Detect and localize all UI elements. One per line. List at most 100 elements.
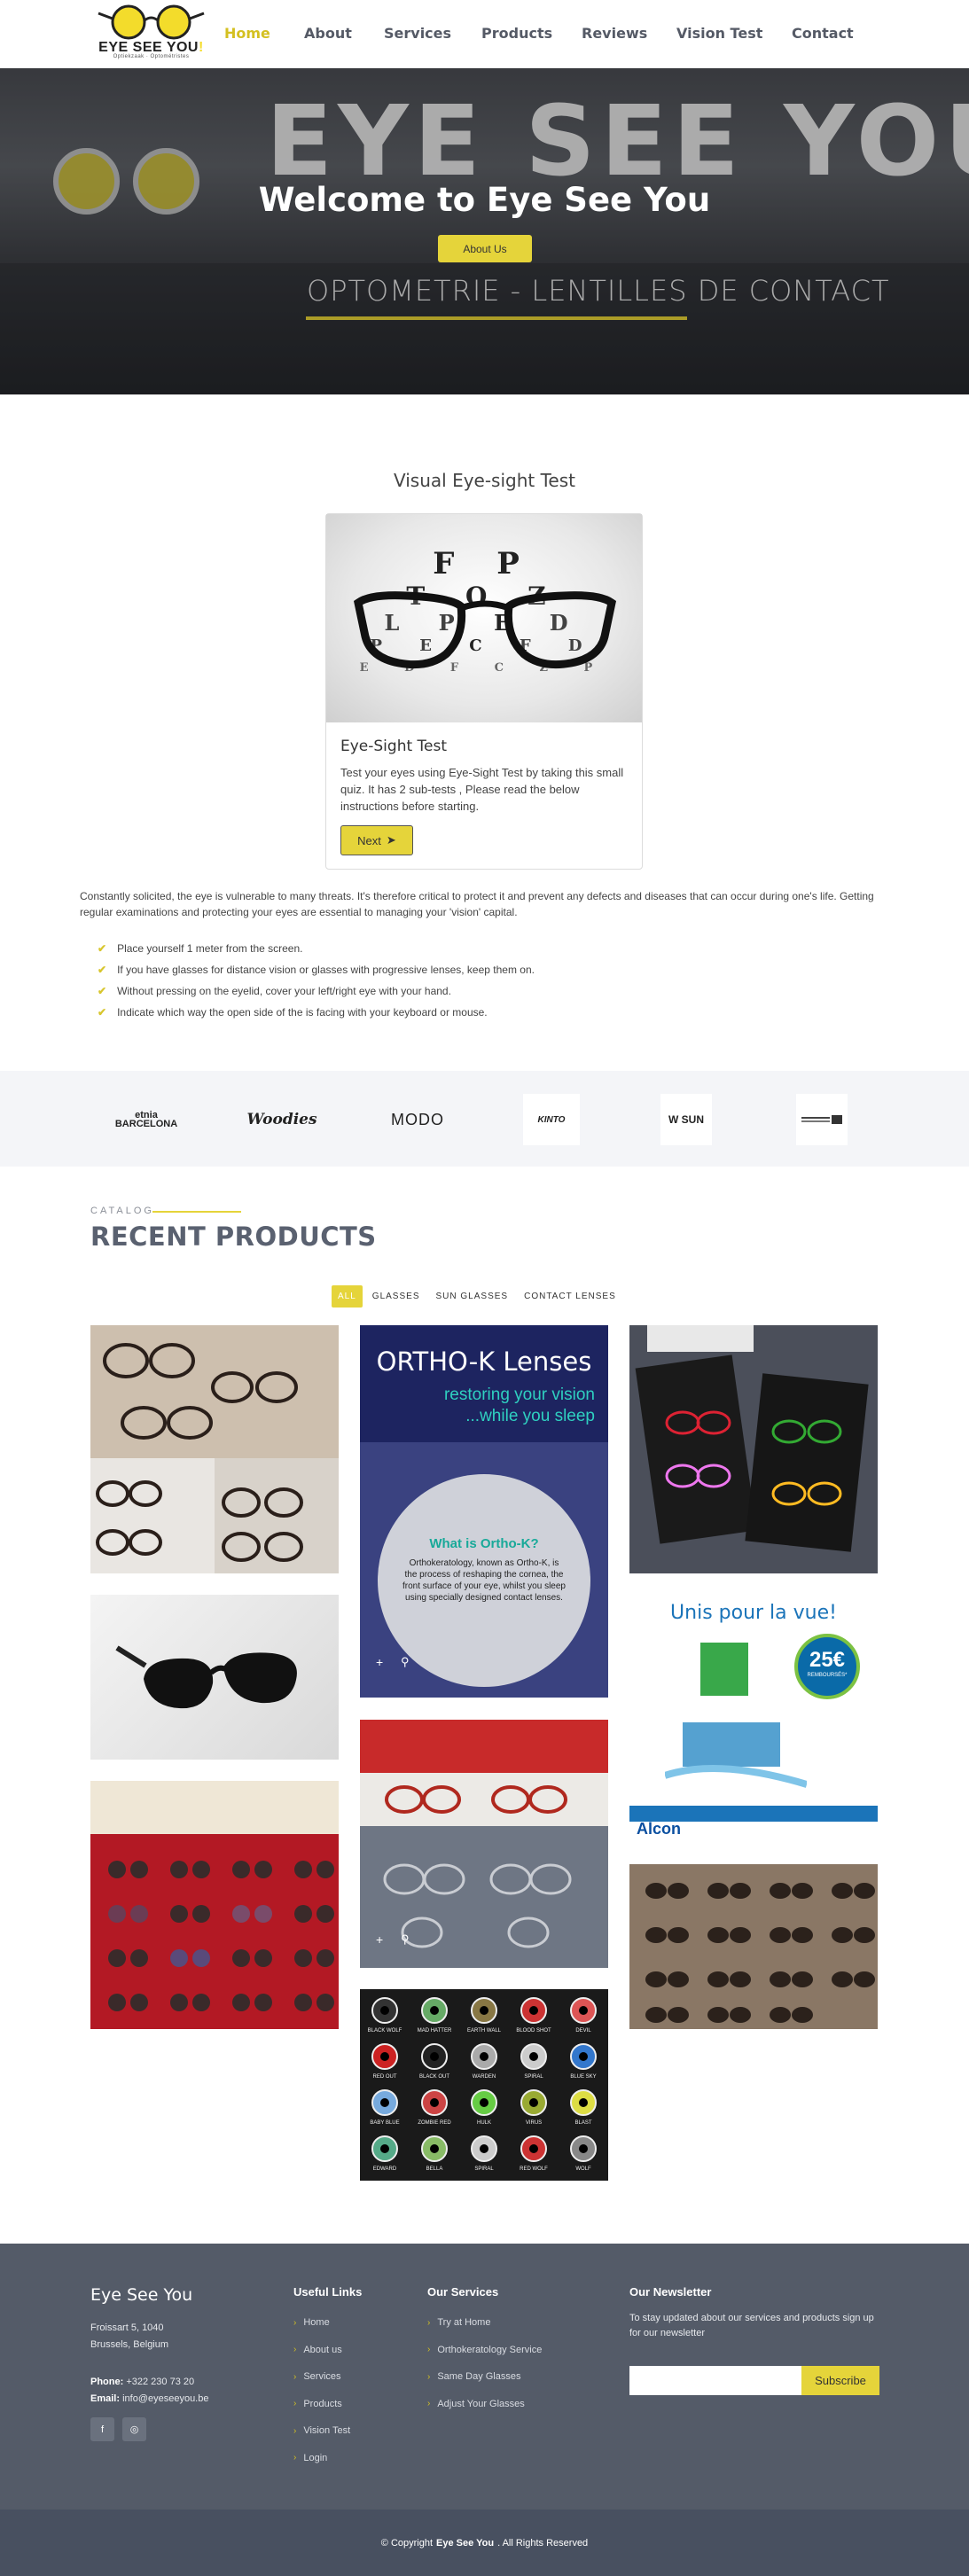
brand-logo-wsun[interactable]: W SUN (660, 1094, 712, 1145)
newsletter: Our Newsletter To stay updated about our… (629, 2285, 874, 2338)
subscribe-button[interactable]: Subscribe (801, 2366, 879, 2395)
lens-label: SPIRAL (524, 2074, 543, 2080)
product-tile-frame-cases[interactable] (629, 1325, 878, 1573)
lens-pupil (480, 2098, 488, 2107)
footer-service-orthok[interactable]: › Orthokeratology Service (427, 2337, 542, 2364)
lens-pupil (480, 2144, 488, 2153)
plus-icon[interactable]: + (376, 1932, 383, 1947)
lens-pupil (380, 2006, 389, 2015)
lens-pupil (579, 2006, 588, 2015)
orthok-desc: Orthokeratology, known as Ortho-K, is th… (402, 1558, 566, 1603)
lens-pupil (579, 2098, 588, 2107)
lens-pupil (430, 2098, 439, 2107)
brand-logo-modo[interactable]: MODO (387, 1094, 449, 1145)
instruction-list: ✔ Place yourself 1 meter from the screen.… (98, 938, 535, 1023)
list-item: ✔ Place yourself 1 meter from the screen. (98, 942, 303, 955)
check-icon: ✔ (98, 942, 107, 955)
lens-label: BLACK WOLF (368, 2028, 402, 2033)
footer-link-vision-test[interactable]: › Vision Test (293, 2417, 362, 2445)
facebook-icon[interactable]: f (90, 2417, 114, 2441)
chevron-right-icon: › (293, 2399, 297, 2409)
chevron-right-icon: › (293, 2317, 297, 2328)
orthok-question: What is Ortho-K? (429, 1536, 539, 1551)
lens-pupil (480, 2052, 488, 2061)
email-link[interactable]: info@eyeseeyou.be (122, 2393, 208, 2404)
brand-logo-etnia[interactable]: etnia BARCELONA (115, 1094, 177, 1145)
list-item: ✔ If you have glasses for distance vision… (98, 964, 535, 976)
product-image (360, 1720, 608, 1968)
lens-label: BLUE SKY (570, 2074, 596, 2080)
product-image (115, 1645, 297, 1709)
lens-label: HULK (477, 2120, 491, 2126)
lens-label: EDWARD (373, 2166, 397, 2172)
brand-logo-kinto[interactable]: KINTO (523, 1094, 580, 1145)
lens-pupil (529, 2052, 538, 2061)
lens-pupil (430, 2006, 439, 2015)
product-tile-sunglass-display[interactable] (90, 1781, 339, 2029)
lens-pupil (480, 2006, 488, 2015)
nav-reviews[interactable]: Reviews (582, 25, 647, 42)
top-nav: EYE SEE YOU! Optiekzaak · Optométristes … (0, 0, 969, 68)
footer-link-login[interactable]: › Login (293, 2445, 362, 2472)
nav-services[interactable]: Services (384, 25, 451, 42)
check-icon: ✔ (98, 985, 107, 997)
footer-service-try-at-home[interactable]: › Try at Home (427, 2309, 542, 2337)
product-image (90, 1325, 339, 1573)
product-tile-alcon-promo[interactable]: Unis pour la vue! 25€ REMBOURSÉS* Alcon (629, 1595, 878, 1843)
link-icon[interactable]: ⚲ (401, 1655, 410, 1669)
footer-service-same-day[interactable]: › Same Day Glasses (427, 2363, 542, 2391)
filter-sun-glasses[interactable]: SUN GLASSES (430, 1285, 515, 1308)
logo[interactable]: EYE SEE YOU! Optiekzaak · Optométristes (91, 3, 211, 63)
lens-pupil (380, 2098, 389, 2107)
brand-logo-6[interactable] (796, 1094, 848, 1145)
lens-label: BABY BLUE (370, 2120, 399, 2126)
useful-links: Useful Links › Home › About us › Services ›… (293, 2285, 362, 2471)
product-tile-frames-collage[interactable] (90, 1325, 339, 1573)
logo-glasses-icon (98, 4, 205, 40)
chevron-right-icon: › (427, 2399, 431, 2409)
nav-contact[interactable]: Contact (792, 25, 854, 42)
lens-grid: BLACK WOLF MAD HATTER EARTH WALL BLOOD SHOT… (368, 1997, 597, 2172)
alcon-headline: Unis pour la vue! (670, 1602, 837, 1624)
brand-logo-woodies[interactable]: Woodies (246, 1094, 316, 1145)
logo-subtitle: Optiekzaak · Optométristes (113, 54, 190, 59)
lens-pupil (579, 2144, 588, 2153)
link-icon[interactable]: ⚲ (401, 1932, 410, 1947)
product-tile-sunglass-wall[interactable] (629, 1864, 878, 2029)
next-button[interactable]: Next ➤ (340, 825, 413, 855)
nav-home[interactable]: Home (224, 25, 270, 42)
recent-products-title: RECENT PRODUCTS (90, 1222, 377, 1252)
footer-link-home[interactable]: › Home (293, 2309, 362, 2337)
footer-link-about[interactable]: › About us (293, 2337, 362, 2364)
lens-label: BLACK OUT (419, 2074, 449, 2080)
footer-link-products[interactable]: › Products (293, 2391, 362, 2418)
card-description: Test your eyes using Eye-Sight Test by t… (340, 766, 624, 813)
lens-label: ZOMBIE RED (418, 2120, 451, 2126)
filter-all[interactable]: ALL (332, 1285, 363, 1308)
filter-contact-lenses[interactable]: CONTACT LENSES (518, 1285, 622, 1308)
nav-products[interactable]: Products (481, 25, 552, 42)
lens-label: DEVIL (575, 2028, 591, 2033)
product-tile-sunglasses[interactable] (90, 1595, 339, 1760)
plus-icon[interactable]: + (376, 1655, 383, 1669)
lens-pupil (430, 2052, 439, 2061)
instagram-icon[interactable]: ◎ (122, 2417, 146, 2441)
filter-glasses[interactable]: GLASSES (366, 1285, 426, 1308)
lens-label: BELLA (426, 2166, 443, 2172)
product-tile-ortho-k[interactable]: ORTHO-K Lenses restoring your vision ...… (360, 1325, 608, 1698)
lens-pupil (579, 2052, 588, 2061)
about-us-button[interactable]: About Us (438, 235, 532, 262)
kicker-line (152, 1211, 241, 1213)
footer-service-adjust[interactable]: › Adjust Your Glasses (427, 2391, 542, 2418)
lens-pupil (529, 2098, 538, 2107)
nav-vision-test[interactable]: Vision Test (676, 25, 762, 42)
chevron-right-icon: › (293, 2425, 297, 2436)
lens-pupil (529, 2006, 538, 2015)
newsletter-email-input[interactable] (629, 2366, 801, 2395)
nav-about[interactable]: About (304, 25, 352, 42)
check-icon: ✔ (98, 964, 107, 976)
product-tile-colored-lenses[interactable]: BLACK WOLF MAD HATTER EARTH WALL BLOOD SHOT… (360, 1989, 608, 2181)
product-tile-frames-drawer[interactable]: + ⚲ (360, 1720, 608, 1968)
footer-link-services[interactable]: › Services (293, 2363, 362, 2391)
chevron-right-icon: › (293, 2453, 297, 2463)
